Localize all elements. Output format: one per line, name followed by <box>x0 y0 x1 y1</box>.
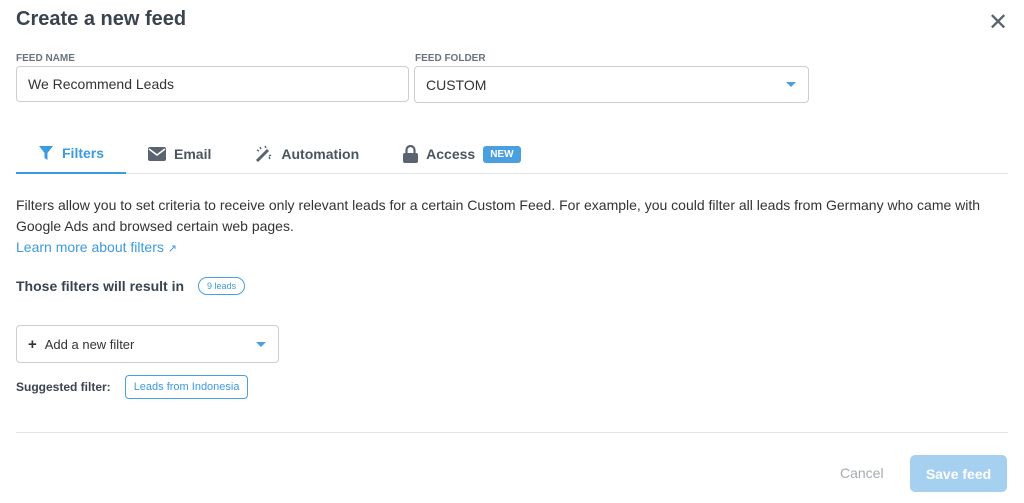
filter-icon <box>39 146 53 160</box>
feed-folder-value: CUSTOM <box>426 76 487 93</box>
envelope-icon <box>148 147 167 161</box>
chevron-down-icon <box>786 82 796 87</box>
feed-folder-label: FEED FOLDER <box>415 53 486 64</box>
suggested-row: Suggested filter: Leads from Indonesia <box>16 375 249 399</box>
plus-icon: + <box>28 335 37 353</box>
magic-wand-icon <box>256 145 272 163</box>
tab-email[interactable]: Email <box>126 134 233 174</box>
save-feed-button[interactable]: Save feed <box>910 455 1007 492</box>
description-text: Filters allow you to set criteria to rec… <box>16 197 981 234</box>
chevron-down-icon <box>256 342 266 347</box>
tab-label: Access <box>426 146 476 162</box>
result-label: Those filters will result in <box>16 278 185 294</box>
tab-bar: Filters Email Automation Access NEW <box>16 134 1008 174</box>
tab-access[interactable]: Access NEW <box>381 134 542 174</box>
lead-count-badge: 9 leads <box>198 277 246 295</box>
filters-description: Filters allow you to set criteria to rec… <box>16 195 1016 260</box>
feed-name-label: FEED NAME <box>16 53 75 64</box>
tab-automation[interactable]: Automation <box>233 134 381 174</box>
learn-more-text: Learn more about filters <box>16 239 164 255</box>
dialog-title: Create a new feed <box>16 8 187 30</box>
feed-folder-select[interactable]: CUSTOM <box>414 66 809 103</box>
divider <box>16 432 1008 433</box>
tab-filters[interactable]: Filters <box>16 134 127 174</box>
add-filter-dropdown[interactable]: + Add a new filter <box>16 325 279 363</box>
cancel-button[interactable]: Cancel <box>840 465 884 481</box>
lock-icon <box>403 145 419 163</box>
new-badge: NEW <box>483 145 521 163</box>
close-icon[interactable]: ✕ <box>988 8 1008 37</box>
tab-label: Email <box>174 146 212 162</box>
feed-name-input[interactable]: We Recommend Leads <box>16 66 409 102</box>
tab-label: Filters <box>62 145 105 161</box>
suggested-label: Suggested filter: <box>16 380 111 394</box>
result-row: Those filters will result in 9 leads <box>16 277 246 295</box>
add-filter-label: Add a new filter <box>44 336 135 352</box>
suggested-filter-button[interactable]: Leads from Indonesia <box>124 375 249 399</box>
learn-more-link[interactable]: Learn more about filters ↗ <box>16 239 177 255</box>
tab-label: Automation <box>281 146 360 162</box>
external-link-icon: ↗ <box>167 243 177 255</box>
